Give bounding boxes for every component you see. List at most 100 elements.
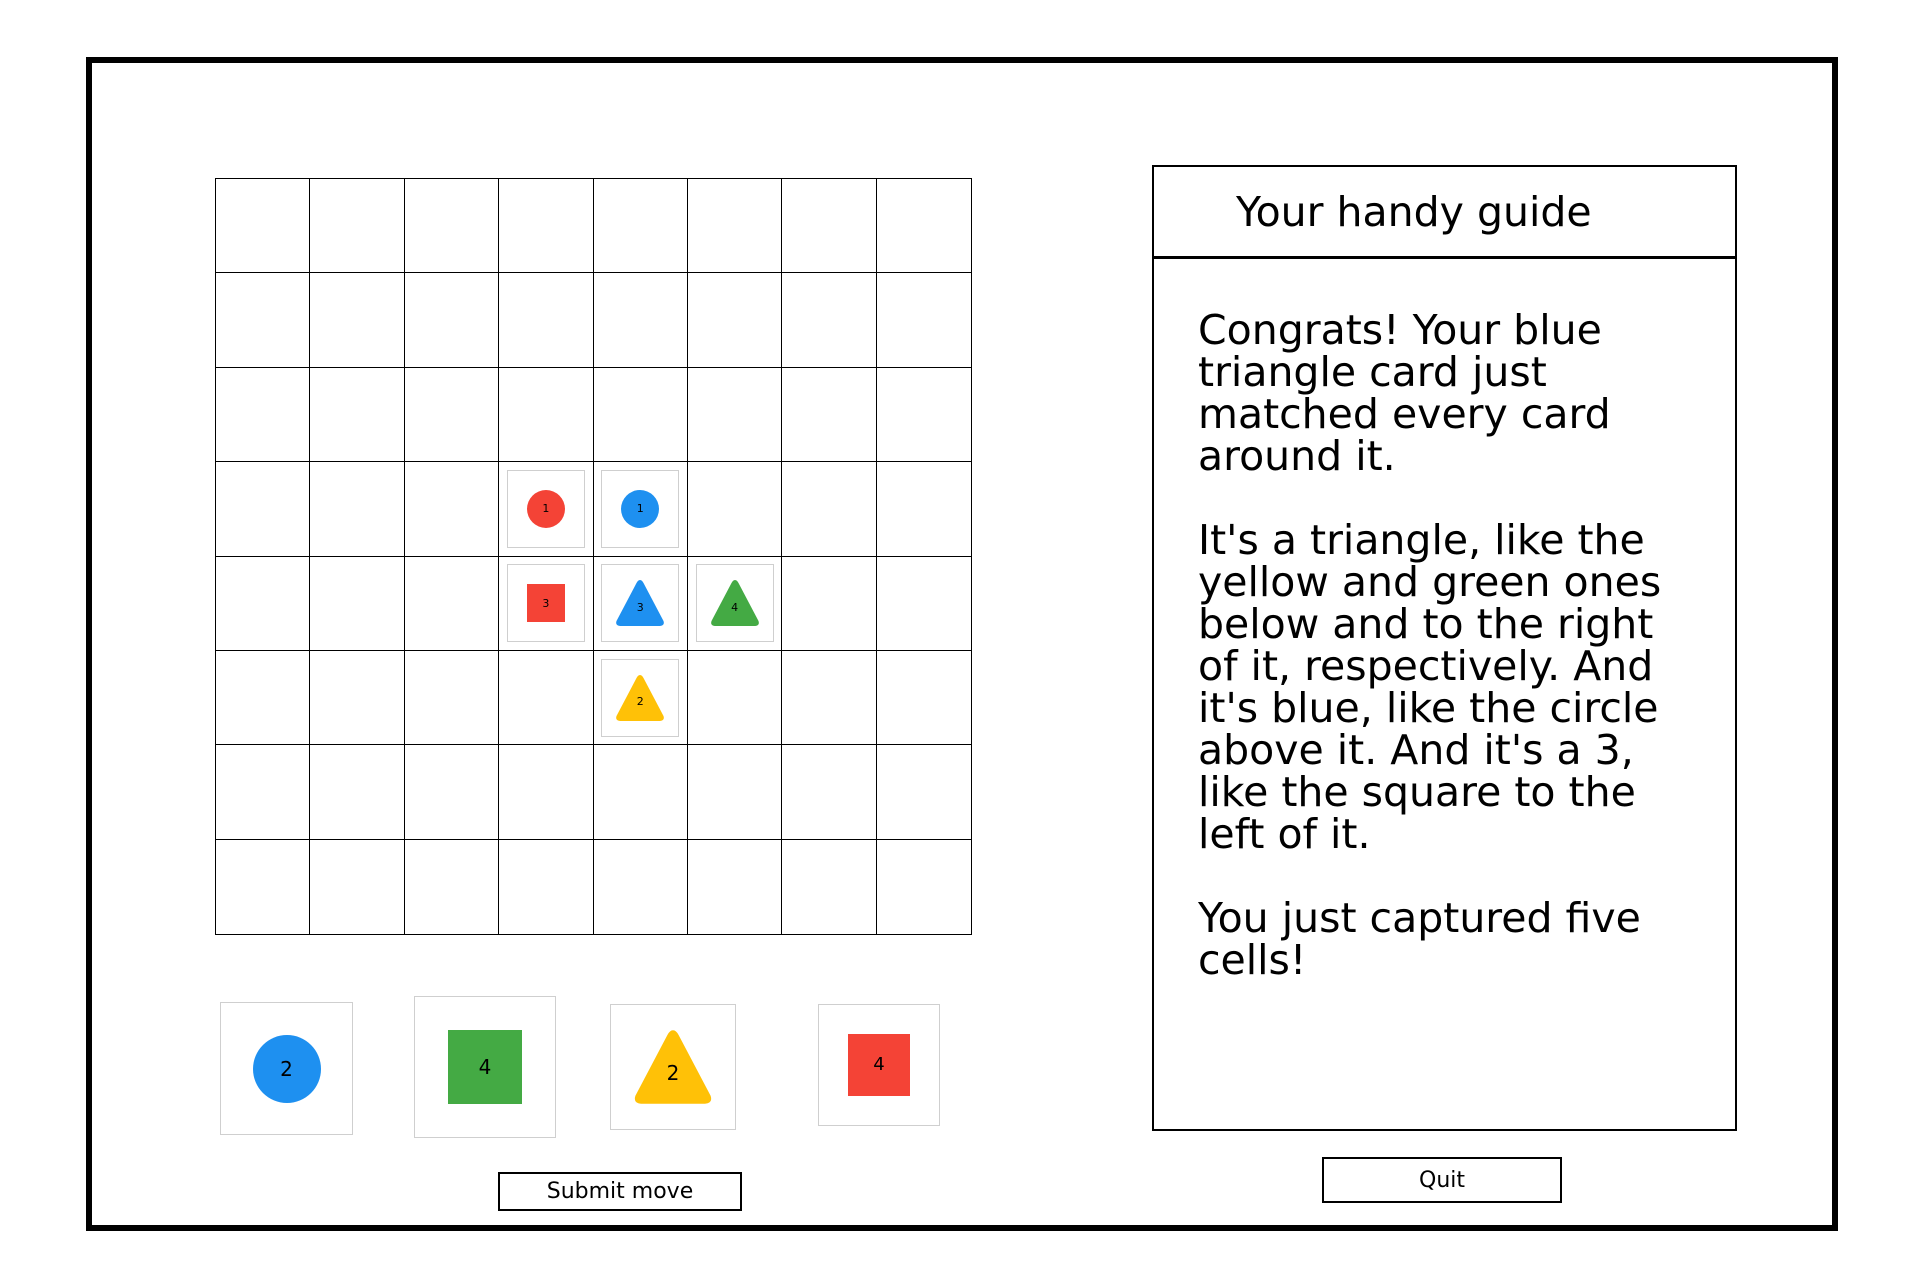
board-cell[interactable] <box>216 462 311 557</box>
triangle-icon: 3 <box>615 578 665 628</box>
board-cell[interactable]: 1 <box>593 462 688 557</box>
yellow-triangle-card[interactable]: 2 <box>601 658 680 737</box>
board-cell[interactable] <box>687 650 783 746</box>
board-cell[interactable] <box>593 179 688 274</box>
red-square-card[interactable]: 4 <box>818 1004 940 1126</box>
quit-button[interactable]: Quit <box>1322 1157 1562 1203</box>
circle-icon: 1 <box>621 489 660 528</box>
board-cell[interactable] <box>404 462 500 557</box>
card-number: 4 <box>873 1054 885 1076</box>
board-cell[interactable] <box>499 745 594 840</box>
board-cell[interactable] <box>593 367 688 463</box>
circle-icon: 2 <box>252 1034 321 1103</box>
square-icon: 4 <box>848 1034 910 1096</box>
board-cell[interactable]: 3 <box>593 556 688 651</box>
board-cell[interactable] <box>310 273 405 368</box>
board-cell[interactable] <box>310 650 405 746</box>
board-cell[interactable] <box>216 839 311 934</box>
green-square-card[interactable]: 4 <box>414 996 556 1138</box>
board-cell[interactable]: 1 <box>499 462 594 557</box>
board-cell[interactable] <box>687 367 783 463</box>
board-cell[interactable] <box>687 745 783 840</box>
red-square-card[interactable]: 3 <box>506 564 585 643</box>
board-cell[interactable] <box>310 367 405 463</box>
card-number: 3 <box>636 600 644 614</box>
board-cell[interactable] <box>404 650 500 746</box>
board-cell[interactable] <box>594 839 688 934</box>
board-cell[interactable] <box>404 367 500 463</box>
board-cell[interactable] <box>593 745 688 840</box>
board-cell[interactable] <box>876 462 971 557</box>
board-cell[interactable] <box>499 273 594 368</box>
card-number: 2 <box>666 1061 680 1086</box>
board-cell[interactable] <box>782 745 877 840</box>
board-cell[interactable] <box>877 840 971 934</box>
yellow-triangle-card[interactable]: 2 <box>610 1004 736 1130</box>
board-cell[interactable] <box>782 367 877 463</box>
board-cell[interactable] <box>216 650 311 746</box>
board-cell[interactable] <box>310 179 405 274</box>
board-cell[interactable]: 4 <box>687 556 783 651</box>
board-cell[interactable] <box>216 745 311 840</box>
board-cell[interactable] <box>782 179 877 274</box>
guide-panel: Your handy guide Congrats! Your blue tri… <box>1152 165 1737 1131</box>
board-cell[interactable] <box>404 745 500 840</box>
board-cell[interactable] <box>404 179 500 274</box>
blue-circle-card[interactable]: 2 <box>220 1002 353 1135</box>
board-cell[interactable] <box>876 745 971 840</box>
submit-move-button[interactable]: Submit move <box>498 1172 742 1211</box>
board-cell[interactable] <box>593 273 688 368</box>
game-board: 1 1 3 3 4 2 <box>215 178 972 935</box>
board-cell[interactable] <box>876 651 971 746</box>
board-cell[interactable] <box>876 273 971 368</box>
triangle-icon: 2 <box>633 1027 713 1107</box>
guide-title: Your handy guide <box>1154 167 1735 259</box>
board-cell[interactable] <box>216 273 311 368</box>
green-triangle-card[interactable]: 4 <box>695 564 774 643</box>
guide-body: Congrats! Your blue triangle card just m… <box>1154 259 1735 981</box>
board-cell[interactable] <box>687 462 783 557</box>
board-cell[interactable] <box>876 557 971 651</box>
board-cell[interactable] <box>782 650 877 746</box>
red-circle-card[interactable]: 1 <box>506 469 585 548</box>
board-cell[interactable] <box>404 556 500 651</box>
card-number: 3 <box>542 596 550 610</box>
board-cell[interactable] <box>687 273 783 368</box>
triangle-icon: 2 <box>615 673 665 723</box>
board-cell[interactable] <box>876 179 971 274</box>
board-cell[interactable] <box>499 179 594 274</box>
blue-circle-card[interactable]: 1 <box>601 469 680 548</box>
board-cell[interactable] <box>782 462 877 557</box>
card-number: 1 <box>542 502 550 516</box>
square-icon: 4 <box>448 1030 522 1104</box>
board-cell[interactable] <box>310 839 405 934</box>
board-cell[interactable] <box>876 368 971 463</box>
board-cell[interactable] <box>782 556 877 651</box>
player-hand: 2 4 2 4 <box>220 996 940 1141</box>
board-cell[interactable] <box>310 462 405 557</box>
circle-icon: 1 <box>526 489 565 528</box>
square-icon: 3 <box>526 584 565 623</box>
board-cell[interactable] <box>404 273 500 368</box>
board-cell[interactable] <box>405 839 500 934</box>
board-cell[interactable] <box>782 839 877 934</box>
board-cell[interactable] <box>499 839 594 934</box>
board-cell[interactable] <box>310 556 405 651</box>
board-cell[interactable] <box>782 273 877 368</box>
card-number: 2 <box>280 1056 293 1081</box>
board-cell[interactable] <box>687 179 783 274</box>
board-cell[interactable] <box>499 367 594 463</box>
guide-paragraph: Congrats! Your blue triangle card just m… <box>1198 306 1611 480</box>
board-cell[interactable]: 3 <box>499 556 594 651</box>
guide-paragraph: It's a triangle, like the yellow and gre… <box>1198 516 1662 858</box>
board-cell[interactable] <box>499 650 594 746</box>
card-number: 2 <box>636 694 644 708</box>
board-cell[interactable] <box>216 556 311 651</box>
board-cell[interactable] <box>216 179 311 274</box>
board-cell[interactable]: 2 <box>593 650 688 746</box>
board-cell[interactable] <box>688 839 783 934</box>
blue-triangle-card[interactable]: 3 <box>601 564 680 643</box>
triangle-icon: 4 <box>710 578 760 628</box>
board-cell[interactable] <box>216 367 311 463</box>
board-cell[interactable] <box>310 745 405 840</box>
